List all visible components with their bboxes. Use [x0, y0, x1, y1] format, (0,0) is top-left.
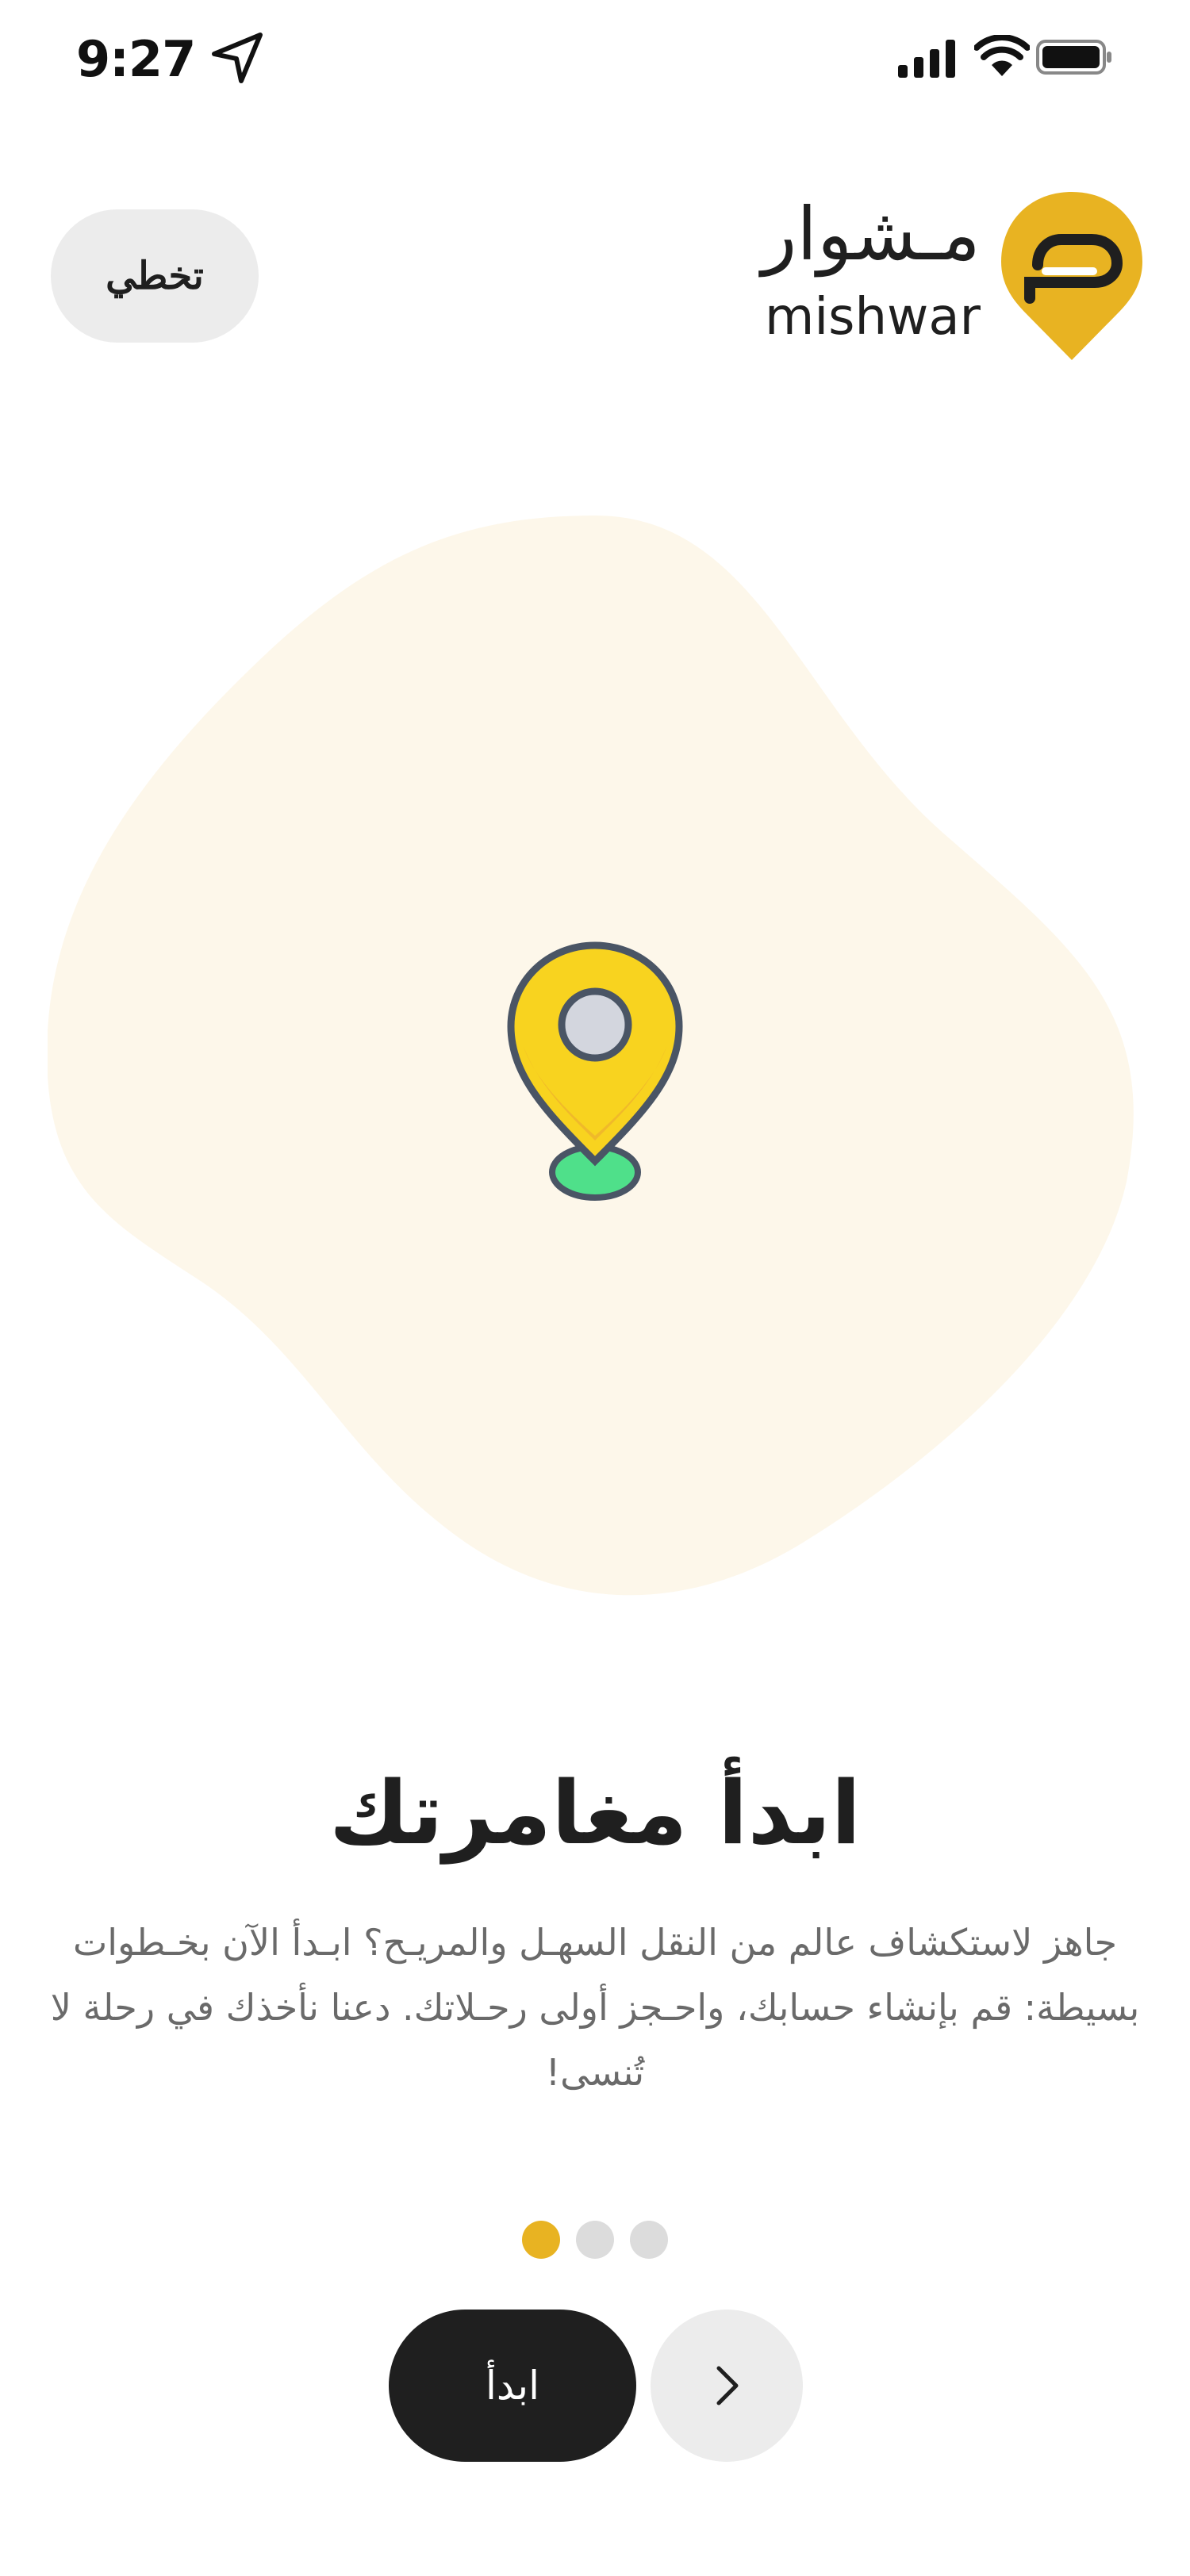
cellular-signal-icon — [898, 40, 955, 78]
next-button[interactable] — [651, 2310, 803, 2462]
page-indicator — [0, 2221, 1190, 2259]
status-time: 9:27 — [76, 30, 196, 88]
mishwar-pin-logo-icon — [1001, 192, 1142, 360]
brand-name-arabic: مـشوار — [762, 192, 981, 277]
brand-name-english: mishwar — [765, 288, 981, 347]
start-button[interactable]: ابدأ — [389, 2310, 636, 2462]
battery-icon — [1036, 40, 1111, 75]
chevron-right-icon — [716, 2366, 739, 2405]
map-pin-icon — [507, 941, 683, 1201]
page-dot-2[interactable] — [576, 2221, 614, 2259]
onboarding-description: جاهز لاستكشاف عالم من النقل السهـل والمر… — [50, 1921, 1140, 2094]
location-arrow-icon — [212, 33, 263, 83]
wifi-icon — [974, 35, 1030, 76]
page-dot-1[interactable] — [522, 2221, 560, 2259]
onboarding-title: ابدأ مغامرتك — [328, 1762, 862, 1864]
page-dot-3[interactable] — [630, 2221, 668, 2259]
skip-button[interactable]: تخطي — [51, 209, 259, 343]
